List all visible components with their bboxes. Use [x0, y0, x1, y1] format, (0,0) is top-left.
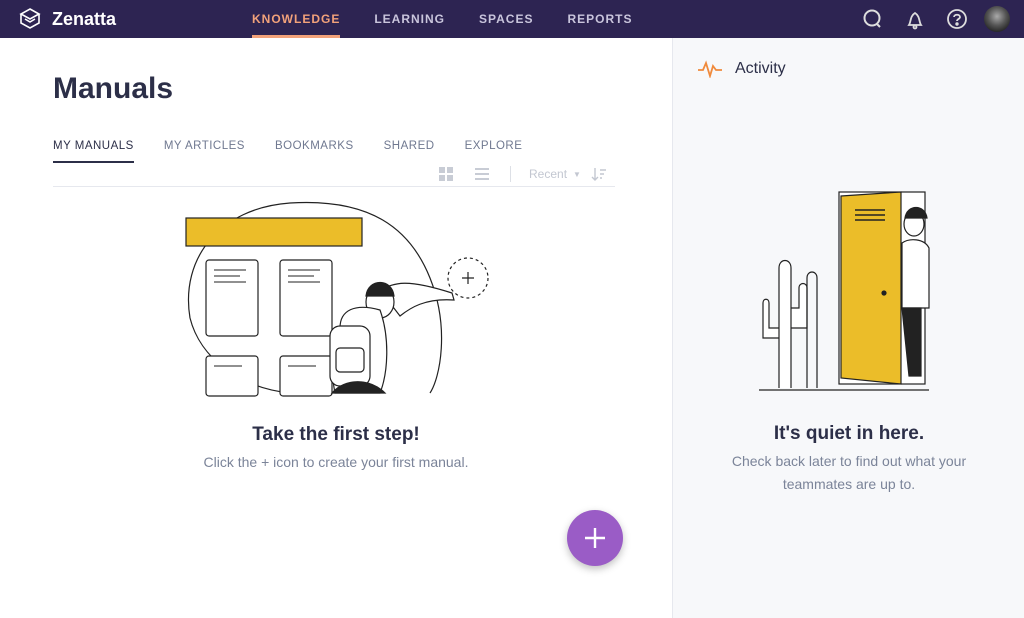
sort-order-icon[interactable] [591, 166, 607, 182]
activity-empty-title: It's quiet in here. [773, 423, 925, 444]
top-bar: Zenatta KNOWLEDGE LEARNING SPACES REPORT… [0, 0, 1024, 38]
tab-shared[interactable]: SHARED [384, 140, 435, 163]
search-icon[interactable] [860, 6, 886, 32]
bell-icon[interactable] [902, 6, 928, 32]
view-toolbar: Recent ▼ [438, 166, 607, 182]
divider [53, 186, 615, 187]
create-manual-button[interactable] [567, 510, 623, 566]
nav-learning[interactable]: LEARNING [374, 0, 445, 38]
activity-panel: Activity It's quiet in here. Check back … [672, 38, 1024, 618]
empty-state-subtitle: Click the + icon to create your first ma… [203, 454, 469, 470]
main-nav: KNOWLEDGE LEARNING SPACES REPORTS [252, 0, 667, 38]
activity-header: Activity [697, 60, 786, 78]
help-icon[interactable] [944, 6, 970, 32]
tab-my-articles[interactable]: MY ARTICLES [164, 140, 245, 163]
nav-knowledge[interactable]: KNOWLEDGE [252, 0, 341, 38]
caret-down-icon[interactable]: ▼ [573, 170, 581, 179]
user-avatar[interactable] [984, 6, 1010, 32]
manual-tabs: MY MANUALS MY ARTICLES BOOKMARKS SHARED … [53, 140, 552, 163]
empty-state-title: Take the first step! [252, 424, 420, 445]
tab-bookmarks[interactable]: BOOKMARKS [275, 140, 354, 163]
page-title: Manuals [53, 72, 174, 105]
sort-select[interactable]: Recent [529, 167, 567, 181]
grid-view-icon[interactable] [438, 166, 454, 182]
tab-my-manuals[interactable]: MY MANUALS [53, 140, 134, 163]
activity-empty-subtitle: Check back later to find out what your t… [731, 453, 967, 492]
zenatta-logo-icon [19, 8, 41, 29]
nav-reports[interactable]: REPORTS [567, 0, 632, 38]
brand-name: Zenatta [52, 8, 117, 29]
list-view-icon[interactable] [474, 166, 490, 182]
toolbar-divider [510, 166, 511, 182]
activity-title: Activity [735, 60, 786, 77]
top-icons [844, 6, 1010, 32]
empty-activity-illustration [759, 191, 930, 391]
empty-manuals-illustration [185, 201, 489, 397]
nav-spaces[interactable]: SPACES [479, 0, 533, 38]
tab-explore[interactable]: EXPLORE [465, 140, 523, 163]
main-panel: Manuals MY MANUALS MY ARTICLES BOOKMARKS… [0, 38, 672, 618]
brand-logo[interactable]: Zenatta [18, 7, 116, 31]
plus-icon [585, 528, 605, 548]
activity-pulse-icon [698, 60, 722, 78]
